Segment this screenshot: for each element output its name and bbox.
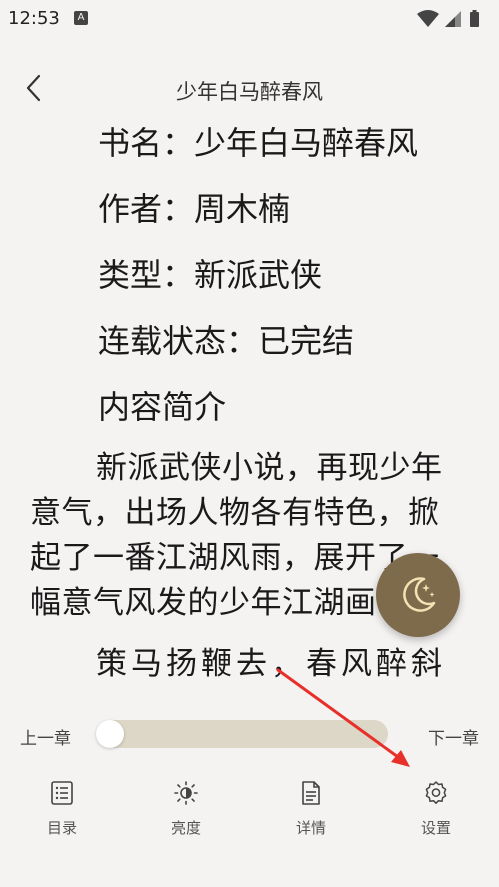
prev-chapter-button[interactable]: 上一章 [20, 724, 71, 749]
moon-icon [403, 577, 436, 612]
book-type-line: 类型：新派武侠 [98, 256, 323, 294]
nav-label-settings: 设置 [420, 819, 451, 837]
signal-icon [445, 11, 461, 27]
notification-icon: A [74, 11, 88, 25]
battery-icon [470, 10, 479, 27]
book-author-line: 作者：周木楠 [98, 190, 291, 228]
progress-slider[interactable] [96, 720, 388, 748]
status-icons [415, 8, 485, 32]
night-mode-button[interactable] [376, 553, 460, 637]
status-time: 12:53 [8, 8, 60, 29]
nav-label-brightness: 亮度 [170, 819, 201, 837]
book-status-line: 连载状态：已完结 [98, 322, 355, 360]
story-paragraph: 策马扬鞭去，春风醉斜 [30, 642, 470, 686]
gear-icon [425, 781, 447, 804]
wifi-icon [417, 10, 439, 27]
story-paragraph-text: 策马扬鞭去，春风醉斜 [96, 646, 446, 682]
page-title: 少年白马醉春风 [176, 80, 323, 104]
progress-thumb[interactable] [96, 720, 124, 748]
nav-item-settings[interactable]: 设置 [386, 772, 486, 852]
status-bar: 12:53 A [0, 0, 499, 36]
list-icon [51, 781, 73, 805]
nav-item-toc[interactable]: 目录 [12, 772, 112, 852]
document-icon [302, 781, 320, 805]
reader-header: 少年白马醉春风 [0, 36, 499, 116]
book-title-line: 书名：少年白马醉春风 [98, 124, 419, 162]
intro-heading: 内容简介 [98, 388, 227, 426]
nav-item-brightness[interactable]: 亮度 [136, 772, 236, 852]
next-chapter-button[interactable]: 下一章 [428, 724, 479, 749]
brightness-icon [174, 781, 198, 805]
nav-item-details[interactable]: 详情 [261, 772, 361, 852]
chapter-progress: 上一章 下一章 [0, 706, 499, 762]
bottom-nav: 目录 亮度 详情 设置 [0, 772, 499, 852]
nav-label-details: 详情 [295, 819, 326, 837]
nav-label-toc: 目录 [46, 819, 77, 837]
